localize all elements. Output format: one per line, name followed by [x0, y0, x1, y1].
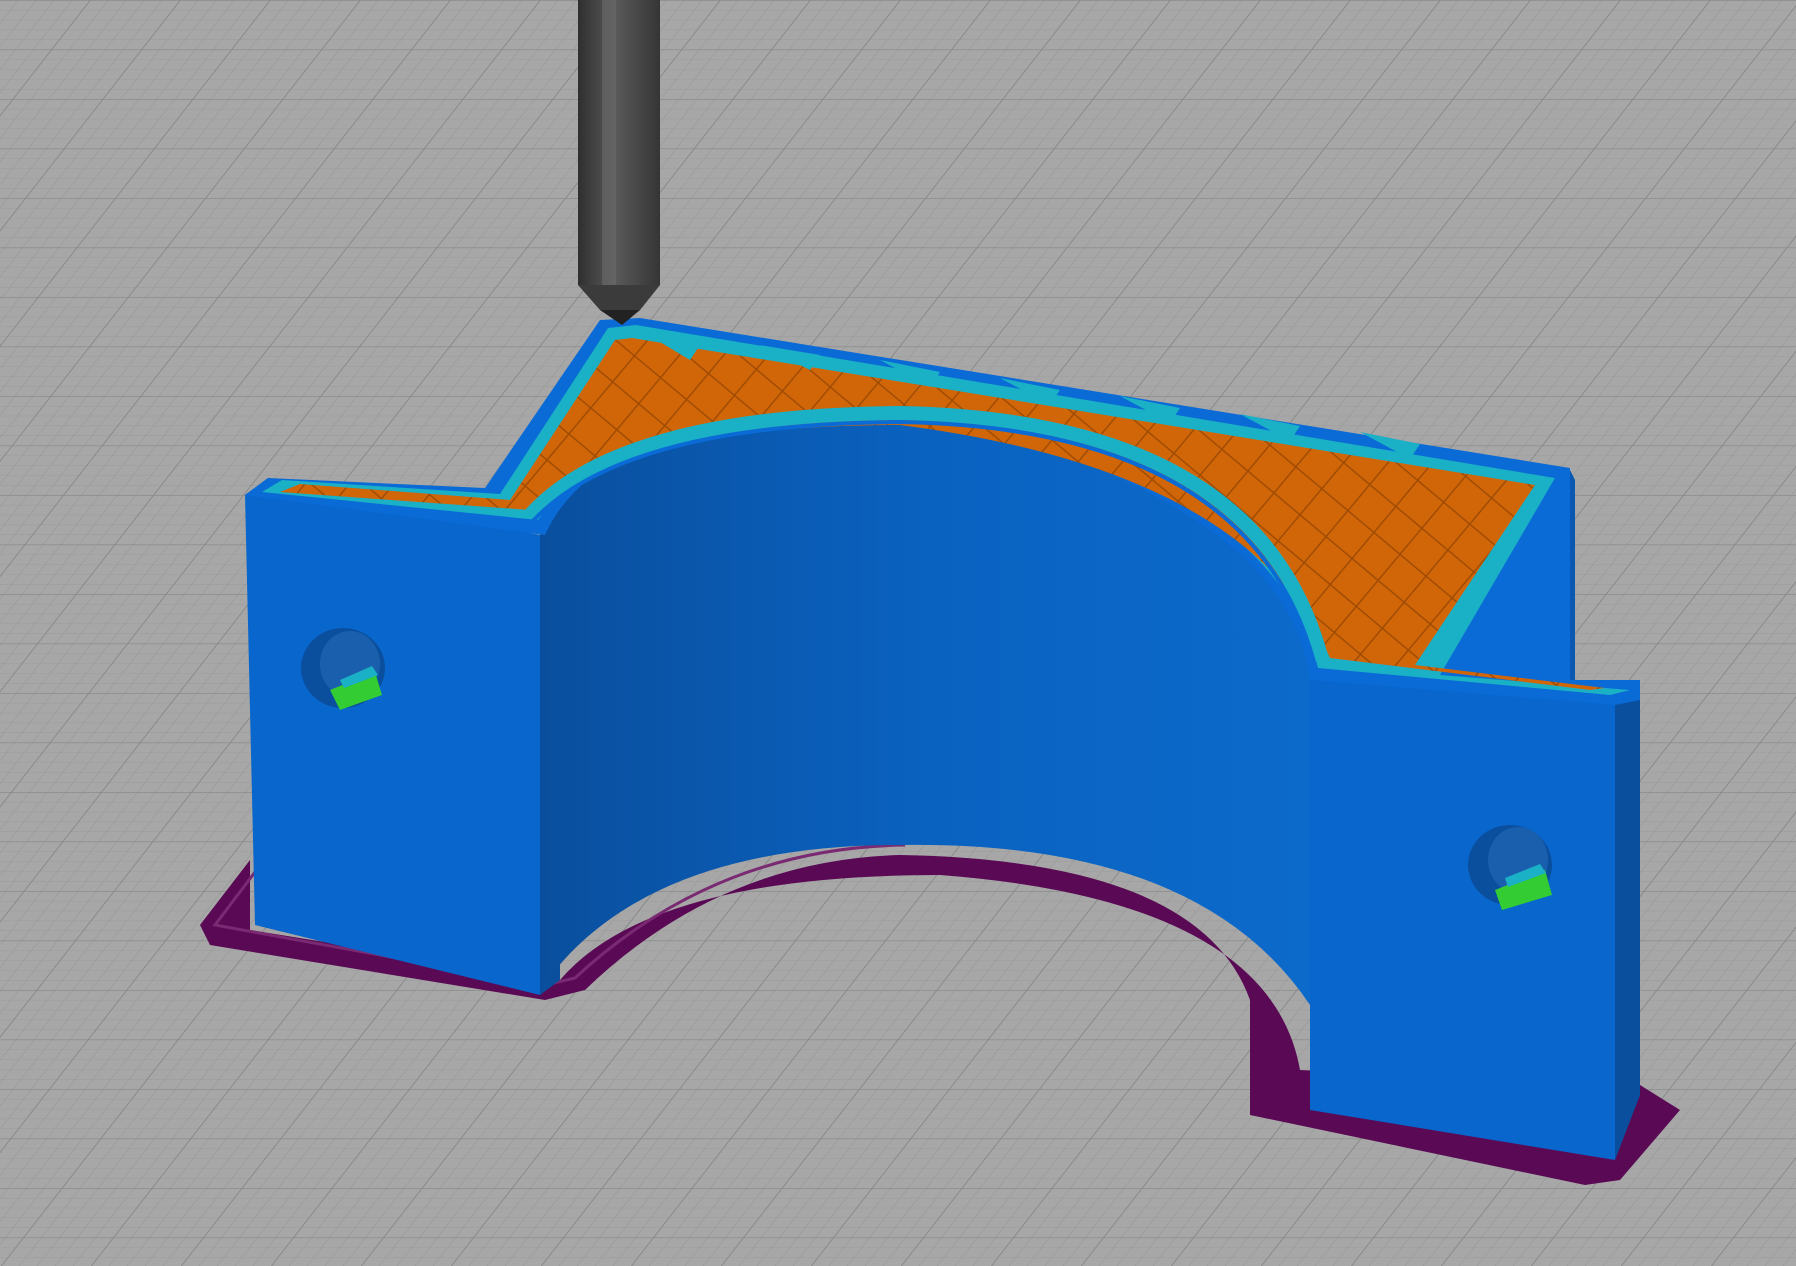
3d-preview-viewport[interactable] [0, 0, 1796, 1266]
nozzle-icon [578, 0, 660, 325]
left-tab [245, 478, 560, 995]
scene-canvas[interactable] [0, 0, 1796, 1266]
